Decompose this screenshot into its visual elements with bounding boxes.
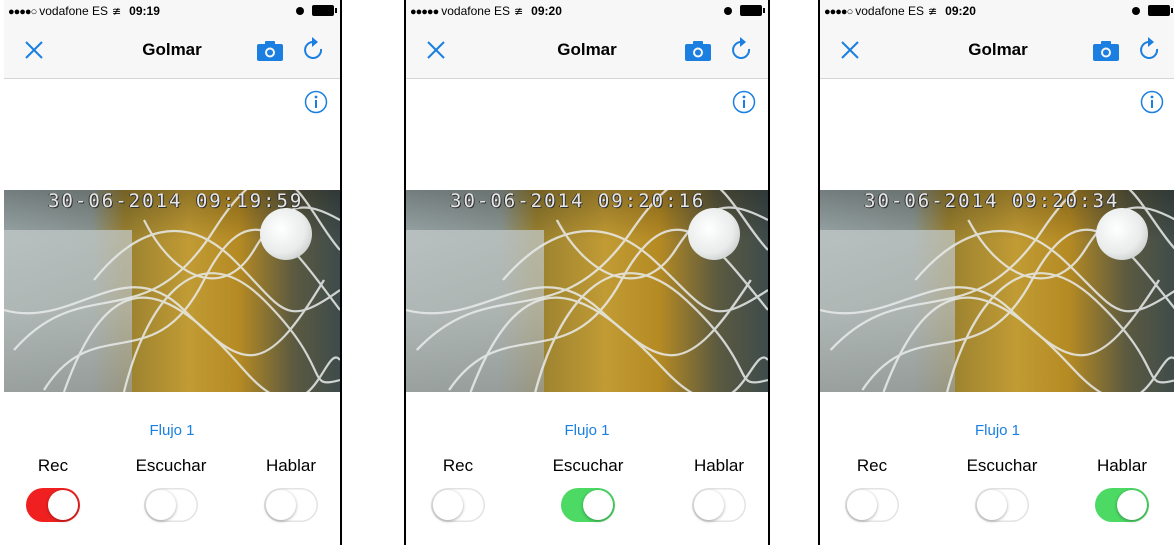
camera-icon[interactable] [684,40,712,62]
talk-toggle[interactable] [1095,488,1149,522]
control-label: Hablar [265,456,317,475]
phone-screen-2: ●●●●● vodafone ES ≇ 09:20 Golmar 30-06-2… [404,0,770,545]
control-label: Escuchar [966,456,1038,475]
signal-strength: ●●●●○ [8,6,37,18]
control-listen: Escuchar [533,456,643,522]
rec-toggle[interactable] [431,488,485,522]
rec-toggle[interactable] [26,488,80,522]
status-bar: ●●●●● vodafone ES ≇ 09:20 [406,0,768,22]
stream-selector[interactable]: Flujo 1 [4,422,340,439]
navigation-bar: Golmar [4,22,340,79]
control-talk: Hablar [236,456,340,522]
battery-icon [1148,5,1173,16]
toggle-knob [694,490,724,520]
control-bar: Rec Escuchar Hablar [406,456,768,536]
control-rec: Rec [406,456,513,522]
camera-video-feed: 30-06-2014 09:20:16 [406,190,768,392]
toggle-knob [977,490,1007,520]
status-time: 09:20 [531,4,562,18]
talk-toggle[interactable] [692,488,746,522]
toggle-knob [847,490,877,520]
control-rec: Rec [820,456,927,522]
status-time: 09:20 [945,4,976,18]
control-label: Hablar [693,456,745,475]
stream-selector[interactable]: Flujo 1 [820,422,1174,439]
listen-toggle[interactable] [561,488,615,522]
status-bar: ●●●●○ vodafone ES ≇ 09:20 [820,0,1174,22]
signal-strength: ●●●●○ [824,6,853,18]
alarm-icon [1132,6,1140,15]
navigation-bar: Golmar [406,22,768,79]
toggle-knob [266,490,296,520]
alarm-icon [296,6,304,15]
camera-icon[interactable] [1092,40,1120,62]
signal-strength: ●●●●● [410,6,439,18]
control-label: Escuchar [135,456,207,475]
toggle-knob [583,490,613,520]
camera-video-feed: 30-06-2014 09:19:59 [4,190,340,392]
talk-toggle[interactable] [264,488,318,522]
refresh-icon[interactable] [302,36,326,64]
video-timestamp: 30-06-2014 09:20:16 [450,190,706,212]
control-rec: Rec [4,456,108,522]
battery-icon [312,5,337,16]
toggle-knob [1117,490,1147,520]
security-camera-dome [1096,208,1148,260]
battery-icon [740,5,765,16]
refresh-icon[interactable] [730,36,754,64]
control-label: Rec [856,456,888,475]
info-icon[interactable] [732,90,756,114]
page-title: Golmar [142,40,202,59]
control-listen: Escuchar [947,456,1057,522]
stream-selector[interactable]: Flujo 1 [406,422,768,439]
info-icon[interactable] [304,90,328,114]
control-label: Escuchar [552,456,624,475]
page-title: Golmar [557,40,617,59]
toggle-knob [146,490,176,520]
carrier-name: vodafone ES [39,4,108,18]
wifi-icon: ≇ [513,6,524,18]
rec-toggle[interactable] [845,488,899,522]
control-label: Hablar [1096,456,1148,475]
wifi-icon: ≇ [111,6,122,18]
control-label: Rec [442,456,474,475]
toggle-knob [433,490,463,520]
security-camera-dome [688,208,740,260]
phone-screen-1: ●●●●○ vodafone ES ≇ 09:19 Golmar 30-06-2… [4,0,342,545]
security-camera-dome [260,208,312,260]
navigation-bar: Golmar [820,22,1174,79]
carrier-name: vodafone ES [441,4,510,18]
control-bar: Rec Escuchar Hablar [820,456,1174,536]
wifi-icon: ≇ [927,6,938,18]
status-bar: ●●●●○ vodafone ES ≇ 09:19 [4,0,340,22]
control-bar: Rec Escuchar Hablar [4,456,340,536]
info-icon[interactable] [1140,90,1164,114]
control-listen: Escuchar [116,456,226,522]
phone-screen-3: ●●●●○ vodafone ES ≇ 09:20 Golmar 30-06-2… [818,0,1174,545]
control-label: Rec [37,456,69,475]
video-timestamp: 30-06-2014 09:20:34 [864,190,1120,212]
refresh-icon[interactable] [1138,36,1162,64]
camera-icon[interactable] [256,40,284,62]
video-timestamp: 30-06-2014 09:19:59 [48,190,304,212]
toggle-knob [48,490,78,520]
camera-video-feed: 30-06-2014 09:20:34 [820,190,1174,392]
alarm-icon [724,6,732,15]
control-talk: Hablar [1067,456,1174,522]
status-time: 09:19 [129,4,160,18]
listen-toggle[interactable] [975,488,1029,522]
control-talk: Hablar [664,456,768,522]
listen-toggle[interactable] [144,488,198,522]
page-title: Golmar [968,40,1028,59]
carrier-name: vodafone ES [855,4,924,18]
